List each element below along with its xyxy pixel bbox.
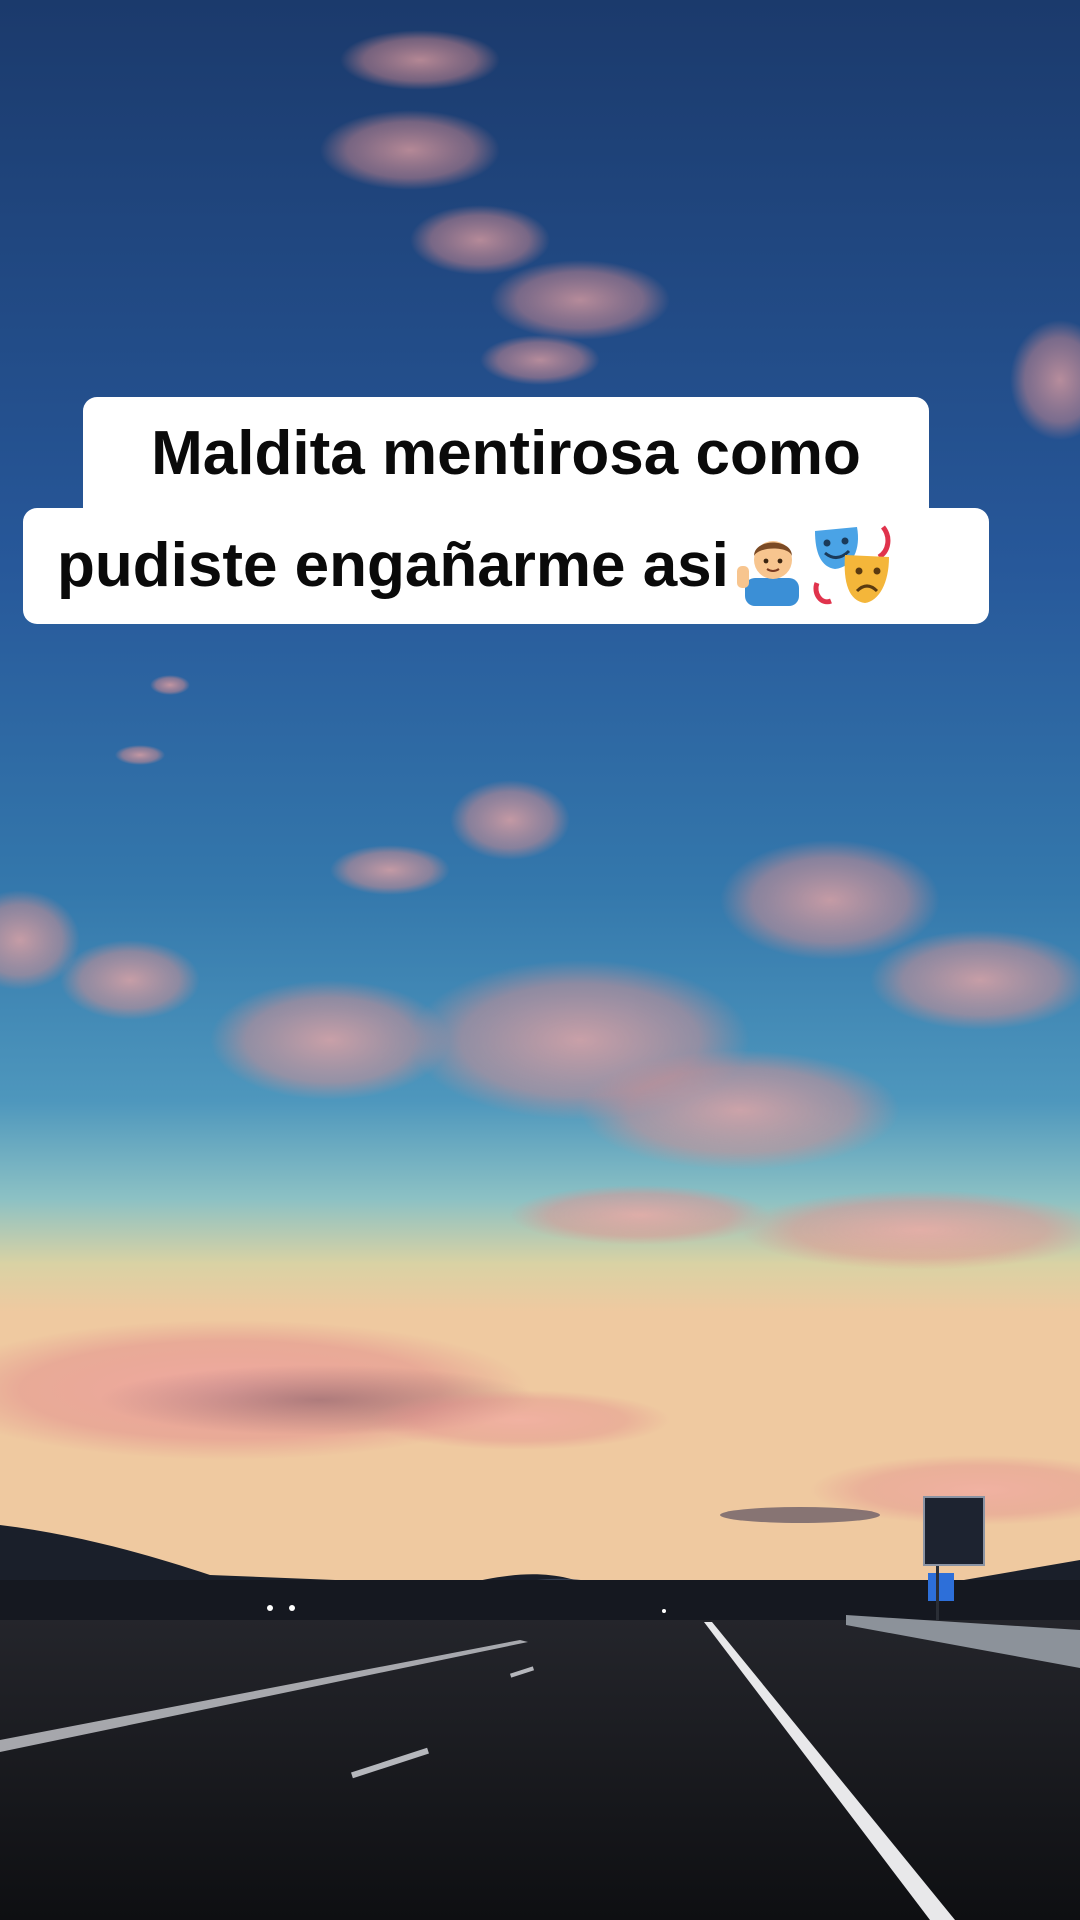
video-frame: Maldita mentirosa como pudiste engañarme… <box>0 0 1080 1920</box>
sunset-highway-background <box>0 0 1080 1920</box>
